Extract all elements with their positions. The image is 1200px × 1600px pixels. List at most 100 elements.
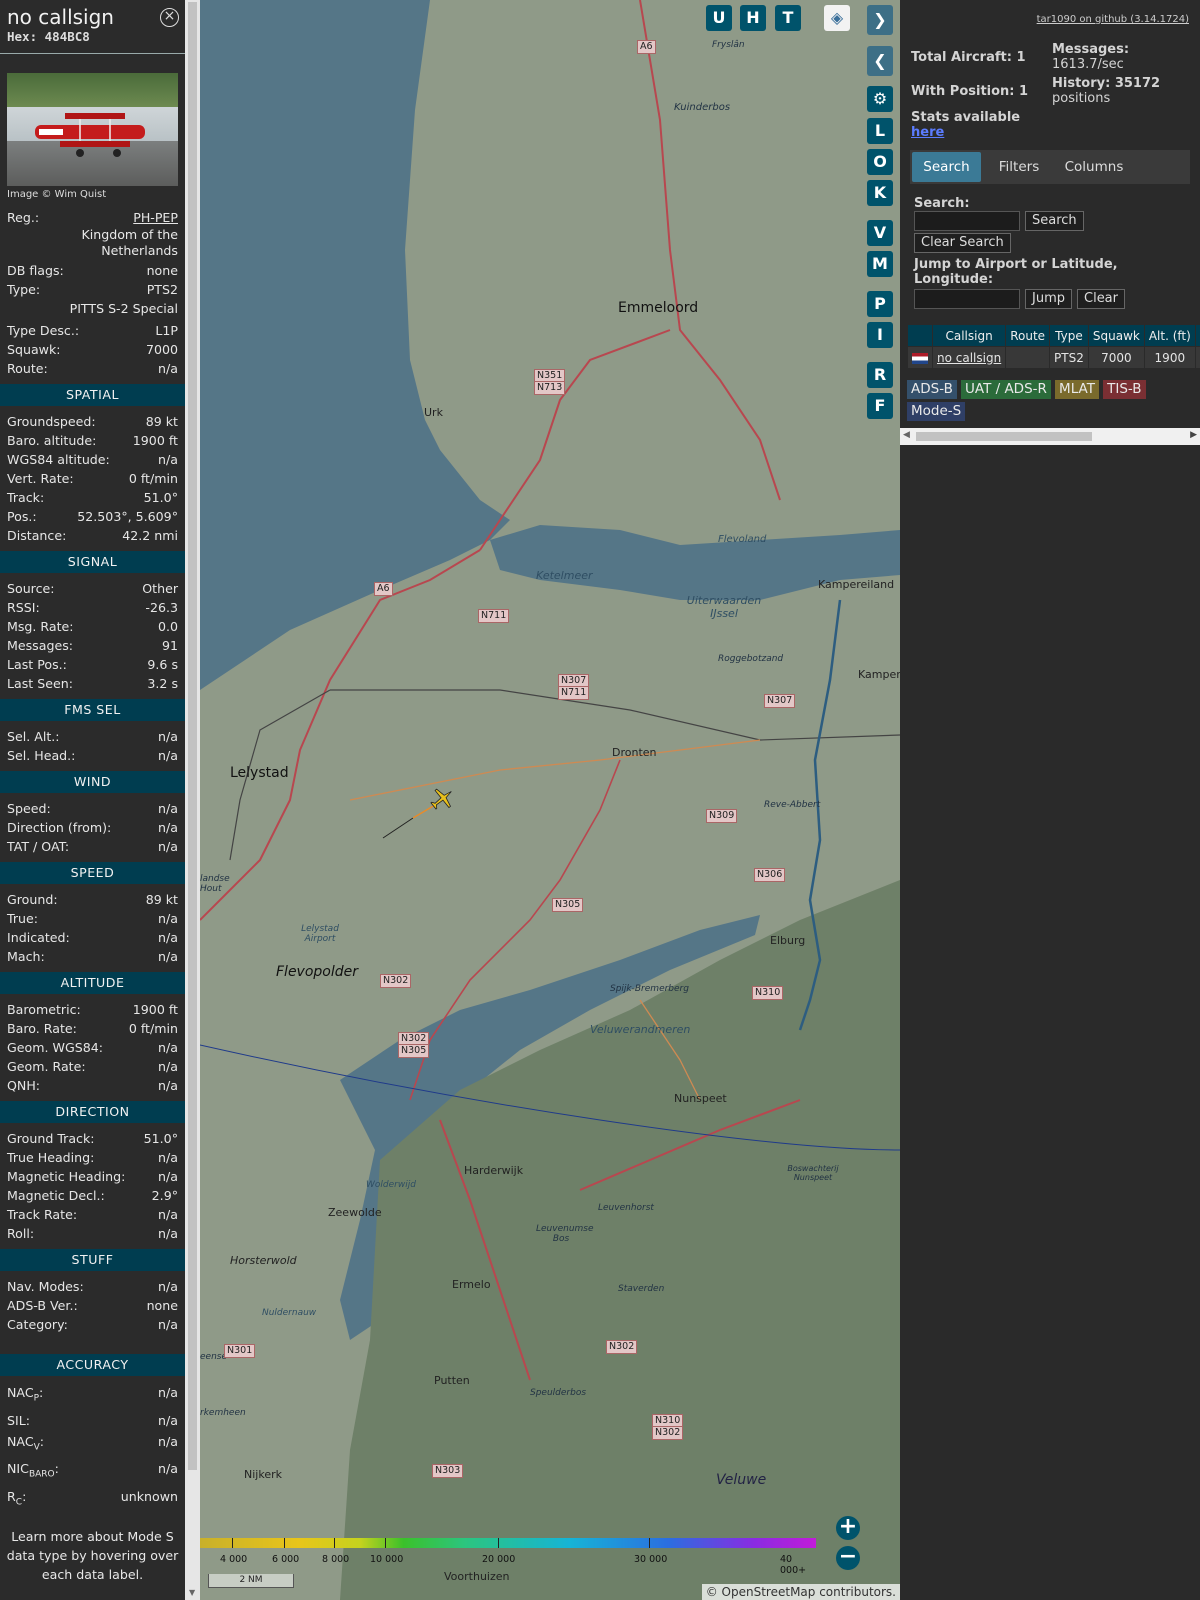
field-value: 51.0°	[143, 490, 178, 505]
field-value: n/a	[158, 1150, 178, 1165]
aircraft-photo[interactable]	[7, 73, 178, 186]
map-button-k[interactable]: K	[867, 180, 893, 206]
expand-right-icon[interactable]: ❯	[867, 5, 893, 35]
table-row[interactable]: no callsign PTS2 7000 1900	[907, 346, 1200, 369]
road-n309: N309	[706, 809, 738, 823]
column-header-callsign[interactable]: Callsign	[931, 324, 1007, 347]
scale-bar: 2 NM	[208, 1574, 294, 1588]
field-value: 9.6 s	[147, 657, 178, 672]
row-route	[1005, 346, 1051, 369]
jump-input[interactable]	[914, 289, 1020, 309]
map-button-i[interactable]: I	[867, 322, 893, 348]
map-label-lelystad: Lelystad	[230, 765, 289, 781]
info-footer: Learn more about Mode S data type by hov…	[6, 1529, 179, 1583]
field-value: 51.0°	[143, 1131, 178, 1146]
map-button-p[interactable]: P	[867, 291, 893, 317]
signal-row: RSSI: -26.3	[0, 598, 185, 617]
github-link[interactable]: tar1090 on github (3.14.1724)	[1037, 14, 1189, 25]
clear-button[interactable]: Clear	[1077, 289, 1125, 309]
scroll-right-icon[interactable]: ▶	[1190, 430, 1197, 440]
speed-group: Ground: 89 kt True: n/a Indicated: n/a Mach: n/…	[0, 890, 185, 966]
spatial-row: Track: 51.0°	[0, 488, 185, 507]
scroll-thumb[interactable]	[188, 2, 197, 1470]
direction-row: Roll: n/a	[0, 1224, 185, 1243]
altitude-row: Barometric: 1900 ft	[0, 1000, 185, 1019]
panel-scrollbar[interactable]: ▲ ▼	[185, 0, 200, 1600]
field-label: Indicated:	[7, 930, 70, 945]
layers-icon[interactable]: ◈	[824, 5, 850, 31]
registration-link[interactable]: PH-PEP	[133, 208, 178, 227]
map-button-m[interactable]: M	[867, 251, 893, 277]
map-button-f[interactable]: F	[867, 393, 893, 419]
stats-link[interactable]: here	[911, 125, 944, 140]
zoom-out-icon[interactable]: −	[836, 1546, 860, 1570]
column-header-flag[interactable]	[907, 324, 933, 347]
column-header-altitude[interactable]: Alt. (ft)	[1143, 324, 1196, 347]
scroll-left-icon[interactable]: ◀	[903, 430, 910, 440]
map-button-l[interactable]: L	[867, 118, 893, 144]
map-button-t[interactable]: T	[775, 5, 801, 31]
road-n305: N305	[552, 898, 584, 912]
search-button[interactable]: Search	[1025, 211, 1084, 231]
clear-search-button[interactable]: Clear Search	[914, 233, 1011, 253]
spatial-row: Groundspeed: 89 kt	[0, 412, 185, 431]
field-label: Vert. Rate:	[7, 471, 74, 486]
road-n302: N302	[380, 974, 412, 988]
field-value: 2.9°	[151, 1188, 178, 1203]
aircraft-marker-icon[interactable]	[429, 786, 455, 812]
column-header-type[interactable]: Type	[1049, 324, 1089, 347]
row-callsign[interactable]: no callsign	[931, 346, 1007, 369]
close-icon[interactable]: ×	[160, 8, 179, 27]
squawk-row: Squawk: 7000	[7, 342, 178, 357]
field-label: Pos.:	[7, 509, 37, 524]
map-button-r[interactable]: R	[867, 362, 893, 388]
hscroll-thumb[interactable]	[916, 432, 1092, 441]
column-header-route[interactable]: Route	[1005, 324, 1051, 347]
tab-search[interactable]: Search	[912, 152, 981, 182]
zoom-in-icon[interactable]: +	[836, 1516, 860, 1540]
map-attribution[interactable]: © OpenStreetMap contributors.	[701, 1584, 900, 1600]
field-label: Mach:	[7, 949, 45, 964]
source-uat: UAT / ADS-R	[961, 380, 1051, 399]
field-value: 1900 ft	[132, 433, 178, 448]
legend-tick: 30 000	[634, 1554, 668, 1565]
field-label: Magnetic Heading:	[7, 1169, 126, 1184]
map-button-o[interactable]: O	[867, 149, 893, 175]
hex-code: Hex: 484BC8	[7, 29, 90, 44]
field-label: Sel. Alt.:	[7, 729, 60, 744]
map-label-kampen: Kampen	[858, 668, 900, 681]
altitude-row: Geom. WGS84: n/a	[0, 1038, 185, 1057]
field-value: n/a	[158, 1226, 178, 1241]
map-view[interactable]: Emmeloord Urk Lelystad Dronten Kampereil…	[200, 0, 900, 1600]
field-label: Ground Track:	[7, 1131, 95, 1146]
tab-filters[interactable]: Filters	[985, 152, 1053, 182]
map-label-horsterwold: Horsterwold	[230, 1254, 297, 1267]
map-label-putten: Putten	[434, 1374, 470, 1387]
collapse-left-icon[interactable]: ❮	[867, 46, 893, 76]
field-value: 0 ft/min	[128, 1021, 178, 1036]
field-value: n/a	[158, 1169, 178, 1184]
map-button-h[interactable]: H	[740, 5, 766, 31]
jump-button[interactable]: Jump	[1025, 289, 1072, 309]
column-header-speed[interactable]: S	[1194, 324, 1200, 347]
road-n303: N303	[432, 1464, 464, 1478]
search-input[interactable]	[914, 211, 1020, 231]
stuff-row: Category: n/a	[0, 1315, 185, 1334]
map-label-veluwerandmeren: Veluwerandmeren	[590, 1023, 691, 1036]
field-value: 42.2 nmi	[122, 528, 178, 543]
table-hscrollbar[interactable]: ◀ ▶	[900, 428, 1200, 445]
section-signal: SIGNAL	[0, 551, 185, 573]
field-value: 0.0	[157, 619, 178, 634]
field-value: 1900 ft	[132, 1002, 178, 1017]
settings-gear-icon[interactable]: ⚙	[867, 86, 893, 112]
history-unit: positions	[1052, 91, 1111, 106]
map-label-roggebotzand: Roggebotzand	[718, 654, 784, 664]
map-button-v[interactable]: V	[867, 220, 893, 246]
type-desc-row: Type Desc.: L1P	[7, 323, 178, 338]
tab-columns[interactable]: Columns	[1055, 152, 1133, 182]
map-label-voorthuizen: Voorthuizen	[444, 1570, 510, 1583]
legend-tick: 4 000	[220, 1554, 248, 1565]
map-button-u[interactable]: U	[706, 5, 732, 31]
scroll-down-icon[interactable]: ▼	[189, 1588, 195, 1597]
column-header-squawk[interactable]: Squawk	[1087, 324, 1145, 347]
